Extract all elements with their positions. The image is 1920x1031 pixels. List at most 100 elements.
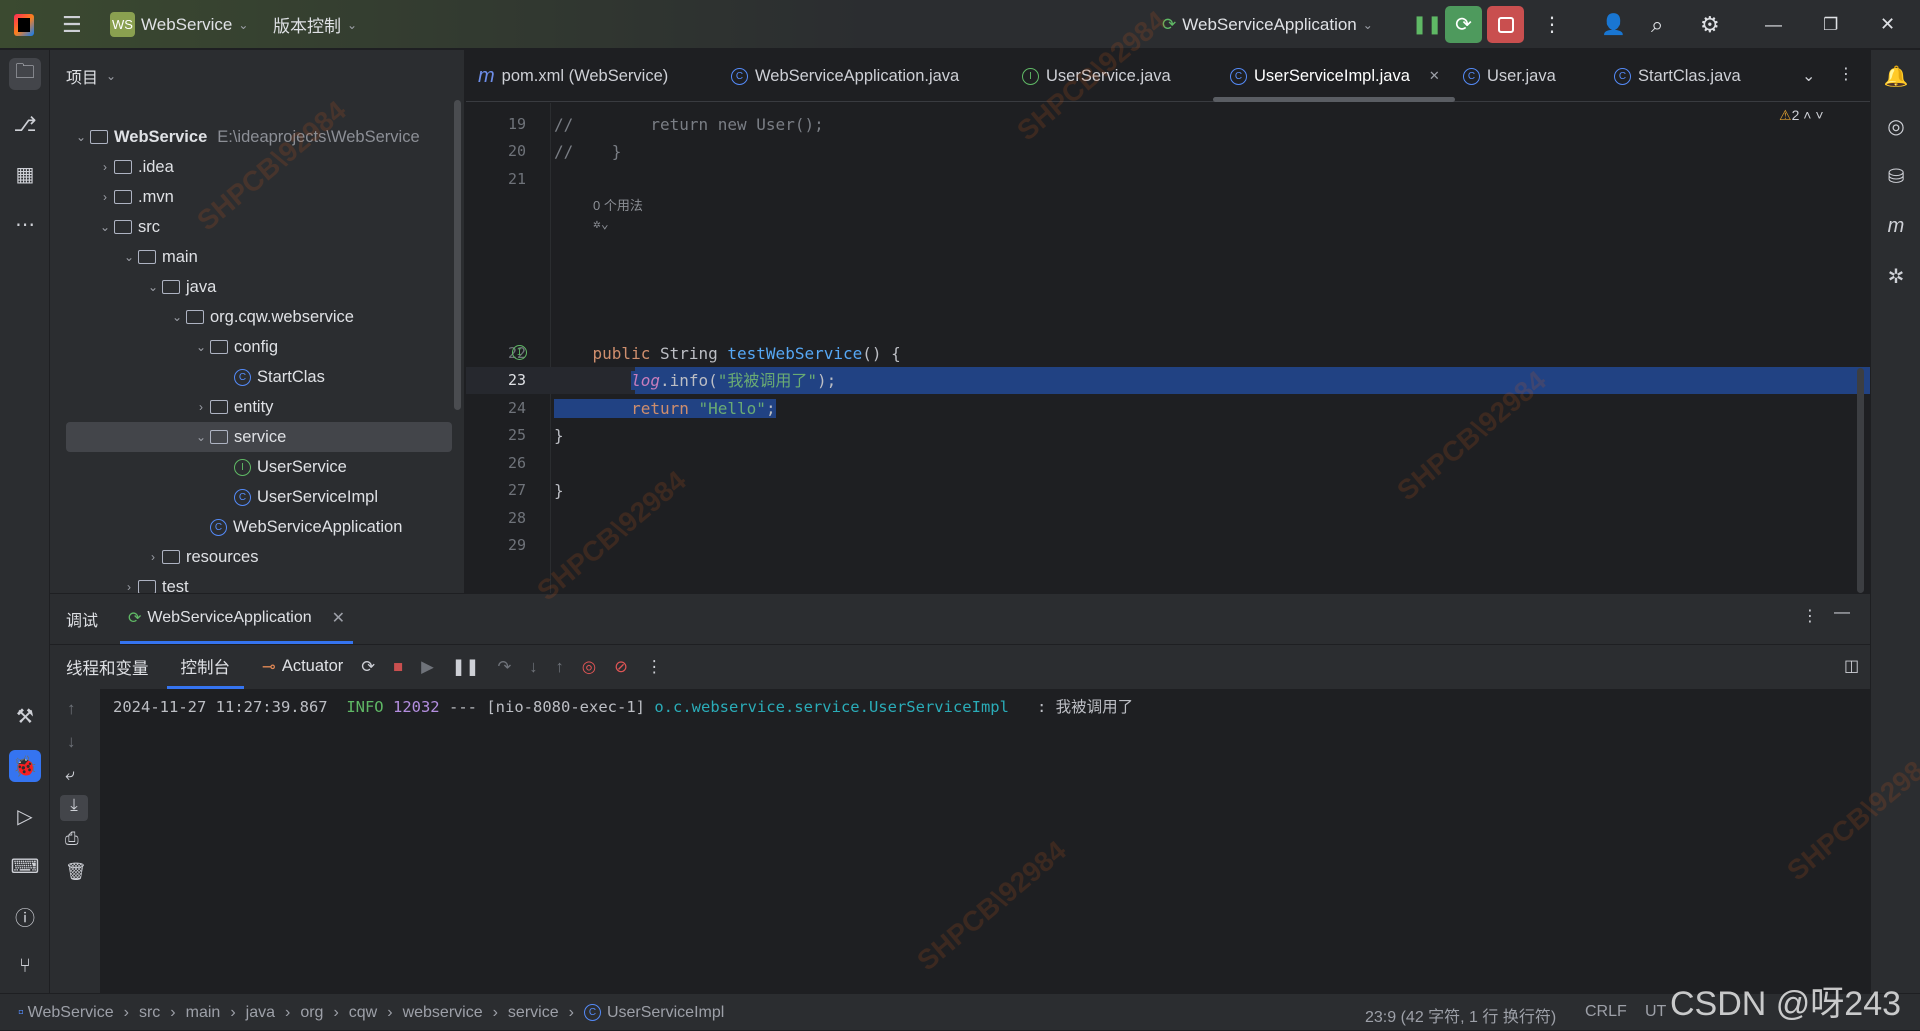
breadcrumb-item[interactable]: java — [246, 1004, 275, 1022]
add-user-icon[interactable]: 👤 — [1601, 0, 1626, 49]
tree-item[interactable]: ⌄ org.cqw.webservice — [66, 302, 452, 332]
search-icon[interactable]: ⌕ — [1651, 0, 1663, 49]
code-editor[interactable]: 19// return new User(); 20// } 21 22 public… — [466, 103, 1870, 593]
tree-item[interactable]: › .mvn — [66, 182, 452, 212]
structure-tool-icon[interactable]: ▦ — [9, 158, 41, 190]
debug-session-tab[interactable]: ⟳ WebServiceApplication ✕ — [120, 594, 354, 644]
code-line[interactable]: // } — [554, 138, 621, 165]
tree-scrollbar[interactable] — [454, 100, 461, 410]
more-icon[interactable]: ⋮ — [646, 657, 663, 677]
print-icon[interactable]: ⎙ — [65, 829, 79, 849]
stop-button[interactable] — [1487, 6, 1524, 43]
minimize-button[interactable]: — — [1765, 0, 1782, 49]
chevron-down-icon[interactable]: ⌄ — [192, 430, 210, 444]
git-tool-icon[interactable]: ⑂ — [9, 950, 41, 982]
more-icon[interactable]: ⋮ — [1542, 0, 1562, 49]
maven-icon[interactable]: m — [1880, 210, 1912, 242]
code-line[interactable]: } — [554, 422, 564, 449]
chevron-down-icon[interactable]: ⌄ — [192, 340, 210, 354]
tree-item[interactable]: ⌄ WebService E:\ideaprojects\WebService — [66, 122, 452, 152]
plugin-icon[interactable]: ✲ — [1880, 260, 1912, 292]
step-into-icon[interactable]: ↓ — [529, 658, 537, 677]
project-selector[interactable]: WS WebService ⌄ — [110, 0, 248, 49]
step-over-icon[interactable]: ↷ — [497, 657, 511, 677]
more-icon[interactable]: ⋮ — [1802, 606, 1818, 626]
implements-gutter-icon[interactable]: I — [512, 345, 527, 360]
usages-hint[interactable]: 0 个用法 — [593, 195, 643, 214]
debug-tool-icon[interactable]: 🐞 — [9, 750, 41, 782]
chevron-down-icon[interactable]: ⌄ — [168, 310, 186, 324]
tree-item[interactable]: C UserServiceImpl — [66, 482, 452, 512]
tree-item[interactable]: C StartClas — [66, 362, 452, 392]
tab-pom-xml-webservice-[interactable]: m pom.xml (WebService) — [478, 50, 668, 102]
code-line[interactable]: public String testWebService() { — [554, 340, 901, 367]
run-config-selector[interactable]: ⟳ WebServiceApplication ⌄ — [1162, 0, 1373, 49]
chevron-down-icon[interactable]: ⌄ — [96, 220, 114, 234]
tab-userservice-java[interactable]: I UserService.java — [1022, 50, 1171, 102]
breadcrumb-item[interactable]: webservice — [403, 1004, 483, 1022]
rerun-icon[interactable]: ⟳ — [361, 657, 375, 677]
mute-breakpoints-icon[interactable]: ⊘ — [614, 657, 628, 677]
down-icon[interactable]: ↓ — [67, 732, 76, 752]
breadcrumb-item[interactable]: src — [139, 1004, 160, 1022]
layout-icon[interactable]: ◫ — [1844, 656, 1859, 676]
notifications-icon[interactable]: 🔔 — [1880, 60, 1912, 92]
problems-tool-icon[interactable]: ⓘ — [9, 900, 41, 932]
tree-item[interactable]: C WebServiceApplication — [66, 512, 452, 542]
breadcrumb-item[interactable]: service — [508, 1004, 559, 1022]
rerun-button[interactable]: ⟳ — [1445, 6, 1482, 43]
soft-wrap-icon[interactable]: ⤶ — [65, 765, 75, 785]
step-out-icon[interactable]: ↑ — [556, 658, 564, 677]
chevron-right-icon[interactable]: › — [192, 400, 210, 414]
trash-icon[interactable]: 🗑 — [65, 862, 87, 882]
chevron-right-icon[interactable]: › — [120, 580, 138, 594]
restore-button[interactable]: ❐ — [1823, 0, 1838, 49]
resume-icon[interactable]: ▶ — [421, 657, 434, 677]
database-icon[interactable]: ⛁ — [1880, 160, 1912, 192]
app-logo-icon[interactable] — [14, 0, 34, 49]
tab-console[interactable]: 控制台 — [166, 645, 244, 689]
tab-userserviceimpl-java[interactable]: C UserServiceImpl.java ✕ — [1230, 50, 1440, 102]
tree-item[interactable]: › entity — [66, 392, 452, 422]
chevron-down-icon[interactable]: ⌄ — [144, 280, 162, 294]
chevron-right-icon[interactable]: › — [96, 190, 114, 204]
project-tool-icon[interactable]: 🗀 — [9, 58, 41, 90]
main-menu-icon[interactable]: ☰ — [62, 0, 82, 49]
tree-item[interactable]: ⌄ src — [66, 212, 452, 242]
tab-actuator[interactable]: Actuator — [282, 657, 343, 677]
tab-user-java[interactable]: C User.java — [1463, 50, 1556, 102]
tab-webserviceapplication-java[interactable]: C WebServiceApplication.java — [731, 50, 959, 102]
code-line[interactable]: } — [554, 477, 564, 504]
close-button[interactable]: ✕ — [1880, 0, 1895, 49]
tree-item[interactable]: ⌄ main — [66, 242, 452, 272]
vcs-menu[interactable]: 版本控制 ⌄ — [273, 0, 357, 49]
encoding[interactable]: UT — [1645, 1003, 1666, 1021]
ai-action-icon[interactable]: ✲⌄ — [593, 217, 609, 232]
tree-item[interactable]: › .idea — [66, 152, 452, 182]
breadcrumb-item[interactable]: UserServiceImpl — [607, 1004, 724, 1022]
up-icon[interactable]: ↑ — [67, 699, 76, 719]
tabs-dropdown-icon[interactable]: ⌄ — [1802, 66, 1815, 86]
breadcrumb-item[interactable]: cqw — [349, 1004, 377, 1022]
inspection-widget[interactable]: ⚠2 ˄ ˅ — [1779, 107, 1824, 124]
console-output[interactable]: 2024-11-27 11:27:39.867 INFO 12032 --- [… — [100, 689, 1870, 994]
tabs-more-icon[interactable]: ⋮ — [1838, 64, 1854, 84]
terminal-tool-icon[interactable]: ⌨ — [9, 850, 41, 882]
close-icon[interactable]: ✕ — [1429, 68, 1440, 84]
code-line[interactable]: return "Hello"; — [554, 395, 776, 422]
run-tool-icon[interactable]: ▷ — [9, 800, 41, 832]
ai-assistant-icon[interactable]: ◎ — [1880, 110, 1912, 142]
commit-tool-icon[interactable]: ⎇ — [9, 108, 41, 140]
tree-item[interactable]: ⌄ config — [66, 332, 452, 362]
build-tool-icon[interactable]: ⚒ — [9, 700, 41, 732]
close-icon[interactable]: ✕ — [332, 608, 345, 628]
chevron-down-icon[interactable]: ⌄ — [72, 130, 90, 144]
more-tools-icon[interactable]: ⋯ — [9, 208, 41, 240]
breadcrumb-item[interactable]: WebService — [28, 1004, 114, 1022]
gear-icon[interactable]: ⚙ — [1700, 0, 1720, 49]
pause-icon[interactable]: ❚❚ — [1412, 0, 1442, 49]
tree-item[interactable]: ⌄ service — [66, 422, 452, 452]
stop-icon[interactable]: ■ — [393, 658, 403, 677]
tree-item[interactable]: ⌄ java — [66, 272, 452, 302]
tree-item[interactable]: › resources — [66, 542, 452, 572]
